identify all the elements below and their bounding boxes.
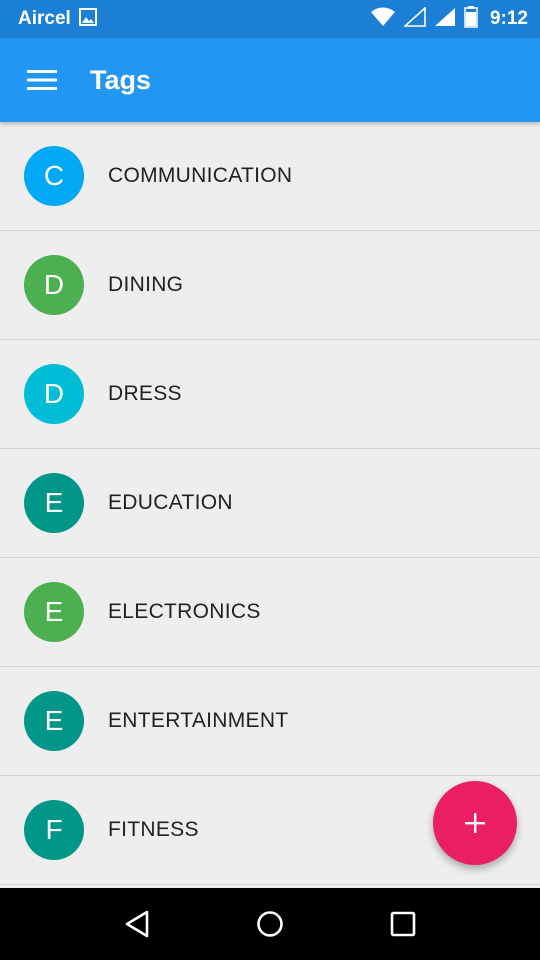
tag-avatar: E — [24, 473, 84, 533]
tag-avatar: E — [24, 582, 84, 642]
tag-row-dining[interactable]: D DINING — [0, 231, 540, 340]
image-notification-icon — [78, 7, 97, 31]
status-time: 9:12 — [489, 8, 528, 29]
tag-label: ELECTRONICS — [108, 600, 261, 623]
tag-label: DRESS — [108, 382, 182, 405]
tag-list: C COMMUNICATION D DINING D DRESS E EDUCA… — [0, 122, 540, 888]
tag-label: DINING — [108, 273, 184, 296]
tag-avatar: C — [24, 146, 84, 206]
back-icon — [125, 910, 148, 938]
status-bar: Aircel 9:12 — [0, 0, 540, 38]
tag-row-education[interactable]: E EDUCATION — [0, 449, 540, 558]
signal-full-icon — [434, 7, 456, 32]
carrier-name: Aircel — [18, 8, 71, 29]
plus-icon — [465, 813, 485, 833]
tag-row-entertainment[interactable]: E ENTERTAINMENT — [0, 667, 540, 776]
app-bar: Tags — [0, 38, 540, 122]
recents-icon — [391, 911, 416, 937]
tag-label: FITNESS — [108, 818, 199, 841]
home-button[interactable] — [240, 894, 300, 954]
tag-label: EDUCATION — [108, 491, 233, 514]
tag-label: ENTERTAINMENT — [108, 709, 289, 732]
tag-row-electronics[interactable]: E ELECTRONICS — [0, 558, 540, 667]
battery-icon — [464, 5, 478, 33]
page-title: Tags — [90, 64, 152, 95]
add-tag-button[interactable] — [433, 781, 517, 865]
wifi-icon — [370, 7, 396, 32]
recents-button[interactable] — [373, 894, 433, 954]
tag-label: COMMUNICATION — [108, 164, 293, 187]
hamburger-menu-icon — [27, 70, 57, 90]
home-icon — [257, 911, 283, 937]
back-button[interactable] — [107, 894, 167, 954]
signal-empty-icon — [402, 5, 426, 32]
menu-button[interactable] — [0, 38, 84, 122]
system-nav-bar — [0, 888, 540, 960]
tag-row-dress[interactable]: D DRESS — [0, 340, 540, 449]
tag-avatar: D — [24, 364, 84, 424]
tag-row-communication[interactable]: C COMMUNICATION — [0, 122, 540, 231]
tag-avatar: F — [24, 800, 84, 860]
tag-avatar: D — [24, 255, 84, 315]
tag-avatar: E — [24, 691, 84, 751]
